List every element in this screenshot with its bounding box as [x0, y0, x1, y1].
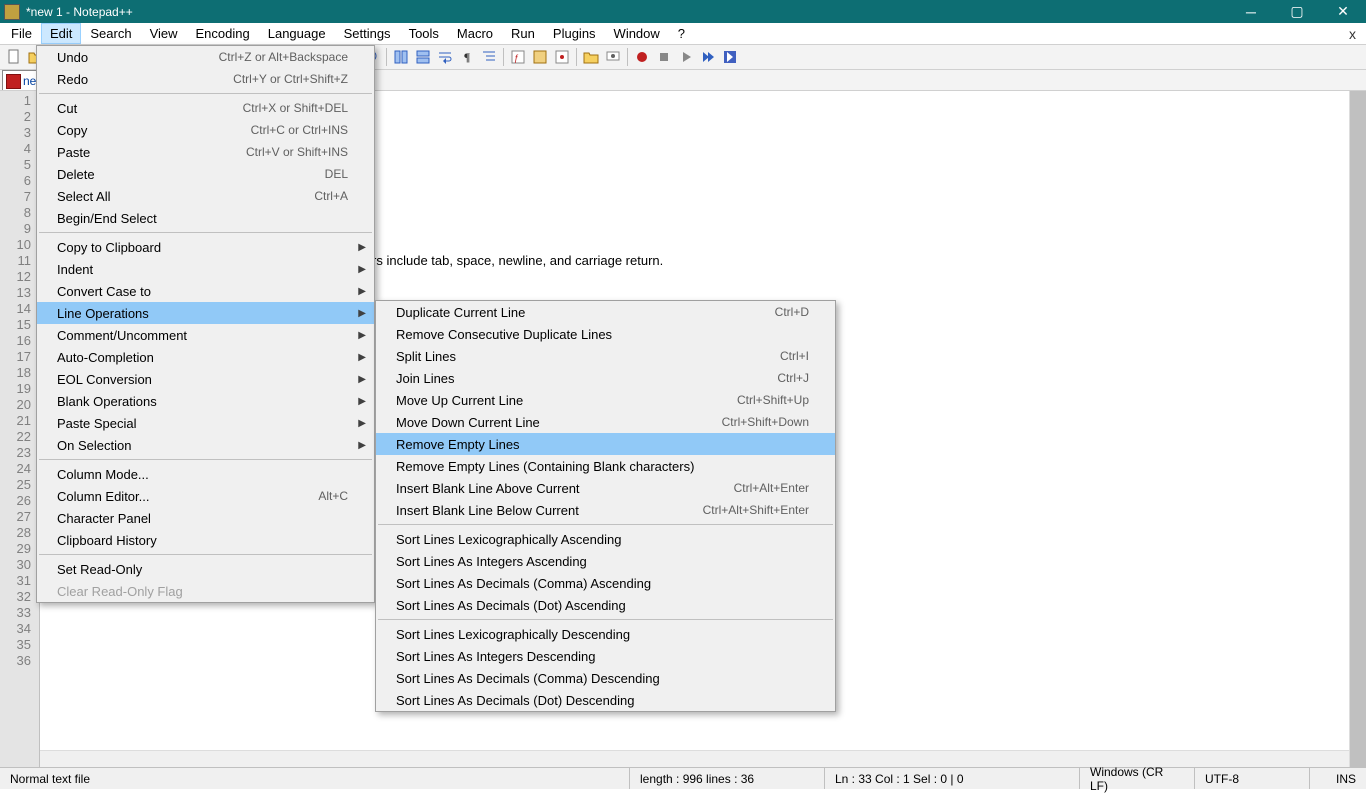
menu-run[interactable]: Run [502, 23, 544, 44]
all-chars-icon[interactable]: ¶ [457, 47, 477, 67]
menu-search[interactable]: Search [81, 23, 140, 44]
menu-item[interactable]: Sort Lines Lexicographically Ascending [376, 528, 835, 550]
window-title: *new 1 - Notepad++ [26, 5, 1228, 19]
menu-item[interactable]: Sort Lines As Decimals (Dot) Descending [376, 689, 835, 711]
menu-item[interactable]: Line Operations▶ [37, 302, 374, 324]
sync-h-icon[interactable] [413, 47, 433, 67]
menu-item[interactable]: Remove Empty Lines [376, 433, 835, 455]
menu-item[interactable]: Sort Lines As Decimals (Comma) Ascending [376, 572, 835, 594]
menu-item[interactable]: Duplicate Current LineCtrl+D [376, 301, 835, 323]
menu-item[interactable]: Begin/End Select [37, 207, 374, 229]
menu-item[interactable]: Insert Blank Line Below CurrentCtrl+Alt+… [376, 499, 835, 521]
menu-item[interactable]: RedoCtrl+Y or Ctrl+Shift+Z [37, 68, 374, 90]
menu-item[interactable]: Split LinesCtrl+I [376, 345, 835, 367]
menu-item[interactable]: On Selection▶ [37, 434, 374, 456]
menu-?[interactable]: ? [669, 23, 694, 44]
menu-item[interactable]: Character Panel [37, 507, 374, 529]
maximize-button[interactable]: ▢ [1274, 0, 1320, 23]
menu-item[interactable]: Insert Blank Line Above CurrentCtrl+Alt+… [376, 477, 835, 499]
menu-item[interactable]: DeleteDEL [37, 163, 374, 185]
menu-item[interactable]: Select AllCtrl+A [37, 185, 374, 207]
indent-guide-icon[interactable] [479, 47, 499, 67]
record-icon[interactable] [632, 47, 652, 67]
sync-v-icon[interactable] [391, 47, 411, 67]
titlebar: *new 1 - Notepad++ ─ ▢ ✕ [0, 0, 1366, 23]
menu-item[interactable]: Remove Empty Lines (Containing Blank cha… [376, 455, 835, 477]
menu-item[interactable]: Sort Lines As Decimals (Comma) Descendin… [376, 667, 835, 689]
menu-edit[interactable]: Edit [41, 23, 81, 44]
edit-menu-dropdown: UndoCtrl+Z or Alt+BackspaceRedoCtrl+Y or… [36, 45, 375, 603]
menu-settings[interactable]: Settings [335, 23, 400, 44]
horizontal-scrollbar[interactable] [40, 750, 1349, 767]
menu-item: Clear Read-Only Flag [37, 580, 374, 602]
minimize-button[interactable]: ─ [1228, 0, 1274, 23]
status-insert-mode[interactable]: INS [1310, 768, 1366, 789]
menu-item[interactable]: Blank Operations▶ [37, 390, 374, 412]
menubar: FileEditSearchViewEncodingLanguageSettin… [0, 23, 1366, 45]
monitor-icon[interactable] [603, 47, 623, 67]
doc-map-icon[interactable] [530, 47, 550, 67]
menu-file[interactable]: File [2, 23, 41, 44]
play-icon[interactable] [676, 47, 696, 67]
menu-language[interactable]: Language [259, 23, 335, 44]
stop-icon[interactable] [654, 47, 674, 67]
line-number-gutter: 1234567891011121314151617181920212223242… [0, 91, 40, 767]
menu-item[interactable]: Remove Consecutive Duplicate Lines [376, 323, 835, 345]
menu-window[interactable]: Window [605, 23, 669, 44]
menu-item[interactable]: CopyCtrl+C or Ctrl+INS [37, 119, 374, 141]
menu-item[interactable]: CutCtrl+X or Shift+DEL [37, 97, 374, 119]
menu-item[interactable]: Comment/Uncomment▶ [37, 324, 374, 346]
menu-item[interactable]: Sort Lines As Decimals (Dot) Ascending [376, 594, 835, 616]
menu-item[interactable]: EOL Conversion▶ [37, 368, 374, 390]
new-file-icon[interactable] [4, 47, 24, 67]
menu-item[interactable]: Clipboard History [37, 529, 374, 551]
status-length: length : 996 lines : 36 [630, 768, 825, 789]
menu-item[interactable]: UndoCtrl+Z or Alt+Backspace [37, 46, 374, 68]
status-filetype: Normal text file [0, 768, 630, 789]
menu-tools[interactable]: Tools [400, 23, 448, 44]
status-encoding[interactable]: UTF-8 [1195, 768, 1310, 789]
menu-item[interactable]: Convert Case to▶ [37, 280, 374, 302]
vertical-scrollbar[interactable] [1349, 91, 1366, 767]
menu-item[interactable]: Copy to Clipboard▶ [37, 236, 374, 258]
menu-item[interactable]: Sort Lines Lexicographically Descending [376, 623, 835, 645]
menu-item[interactable]: Indent▶ [37, 258, 374, 280]
menu-item[interactable]: Join LinesCtrl+J [376, 367, 835, 389]
menu-encoding[interactable]: Encoding [187, 23, 259, 44]
menu-item[interactable]: Column Mode... [37, 463, 374, 485]
doc-list-icon[interactable] [552, 47, 572, 67]
status-position: Ln : 33 Col : 1 Sel : 0 | 0 [825, 768, 1080, 789]
svg-text:ƒ: ƒ [514, 53, 519, 63]
folder-icon[interactable] [581, 47, 601, 67]
menu-item[interactable]: Sort Lines As Integers Descending [376, 645, 835, 667]
line-operations-submenu: Duplicate Current LineCtrl+DRemove Conse… [375, 300, 836, 712]
menu-item[interactable]: Sort Lines As Integers Ascending [376, 550, 835, 572]
menu-item[interactable]: Auto-Completion▶ [37, 346, 374, 368]
menu-view[interactable]: View [141, 23, 187, 44]
save-macro-icon[interactable] [720, 47, 740, 67]
menu-item[interactable]: Paste Special▶ [37, 412, 374, 434]
menu-plugins[interactable]: Plugins [544, 23, 605, 44]
play-multi-icon[interactable] [698, 47, 718, 67]
menubar-close-x[interactable]: x [1339, 23, 1366, 44]
menu-item[interactable]: Set Read-Only [37, 558, 374, 580]
statusbar: Normal text file length : 996 lines : 36… [0, 767, 1366, 789]
app-icon [4, 4, 20, 20]
lang-icon[interactable]: ƒ [508, 47, 528, 67]
status-eol[interactable]: Windows (CR LF) [1080, 768, 1195, 789]
close-button[interactable]: ✕ [1320, 0, 1366, 23]
menu-item[interactable]: Column Editor...Alt+C [37, 485, 374, 507]
menu-item[interactable]: Move Up Current LineCtrl+Shift+Up [376, 389, 835, 411]
menu-item[interactable]: Move Down Current LineCtrl+Shift+Down [376, 411, 835, 433]
wrap-icon[interactable] [435, 47, 455, 67]
menu-item[interactable]: PasteCtrl+V or Shift+INS [37, 141, 374, 163]
menu-macro[interactable]: Macro [448, 23, 502, 44]
